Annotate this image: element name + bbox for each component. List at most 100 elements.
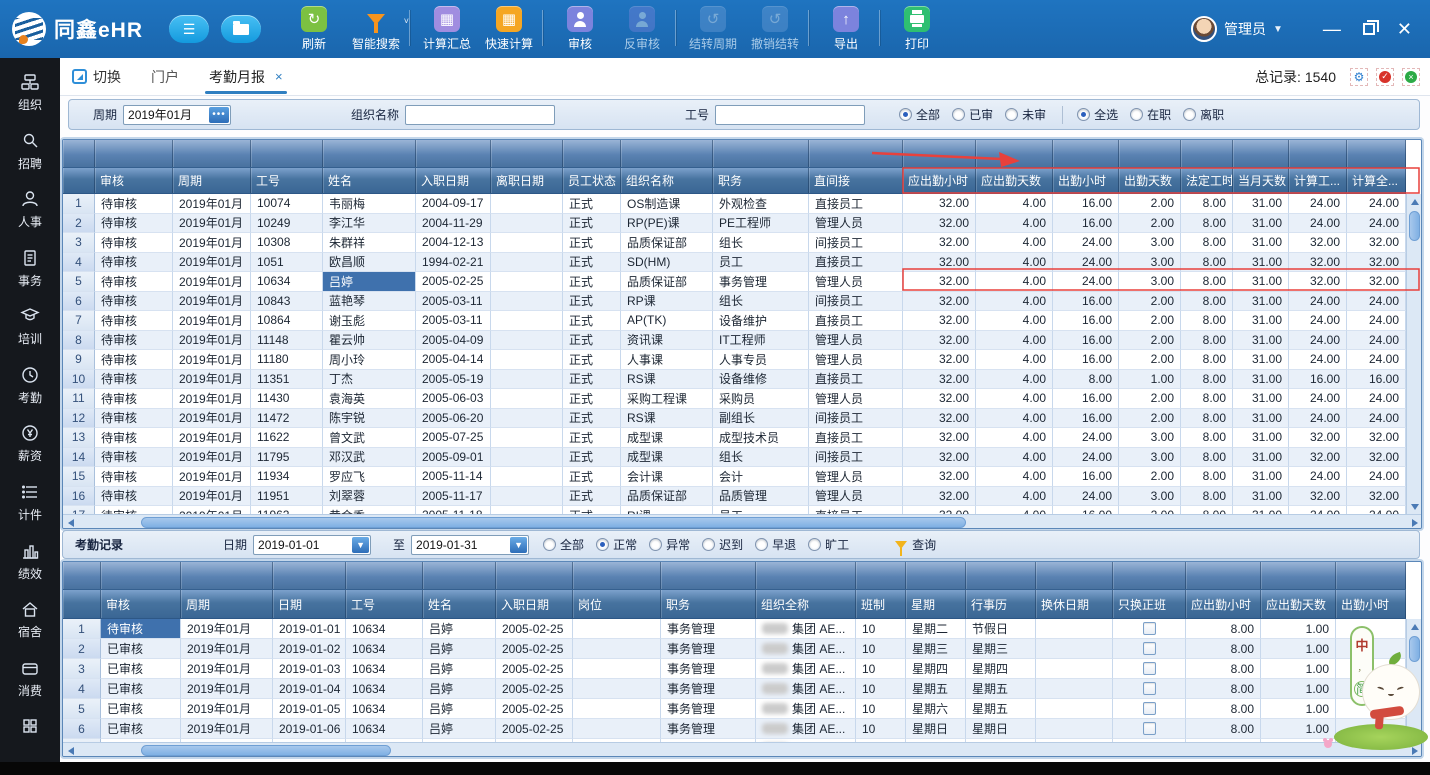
audit-radio-已审[interactable]: 已审 <box>952 106 993 123</box>
table-cell[interactable]: 10 <box>856 699 906 719</box>
table-cell[interactable]: 已审核 <box>101 699 181 719</box>
column-header[interactable]: 周期 <box>173 168 251 193</box>
table-cell[interactable]: 瞿云帅 <box>323 331 416 351</box>
table-cell[interactable]: 4.00 <box>976 272 1053 292</box>
table-cell[interactable]: 星期五 <box>906 679 966 699</box>
table-cell[interactable]: 24.00 <box>1347 214 1406 234</box>
table-cell[interactable]: 采购员 <box>713 389 809 409</box>
table-cell[interactable]: 24.00 <box>1289 506 1347 514</box>
table-cell[interactable]: 32.00 <box>903 428 976 448</box>
table-cell[interactable]: 成型课 <box>621 448 713 468</box>
table-cell[interactable]: 8.00 <box>1181 350 1233 370</box>
table-cell[interactable]: 10249 <box>251 214 323 234</box>
table-cell[interactable]: 16.00 <box>1289 370 1347 390</box>
table-cell[interactable]: 31.00 <box>1233 194 1289 214</box>
table-cell[interactable]: 2.00 <box>1119 467 1181 487</box>
table-cell[interactable]: 16.00 <box>1053 292 1119 312</box>
table-row[interactable]: 5待审核2019年01月10634吕婷2005-02-25正式品质保证部事务管理… <box>63 272 1406 292</box>
table-cell[interactable]: 32.00 <box>903 194 976 214</box>
table-cell[interactable]: 管理人员 <box>809 331 903 351</box>
table-cell[interactable]: 4.00 <box>976 292 1053 312</box>
table-cell[interactable]: 直接员工 <box>809 506 903 514</box>
table-cell[interactable]: 集团 AE... <box>756 659 856 679</box>
table-cell[interactable]: 31.00 <box>1233 311 1289 331</box>
column-header[interactable]: 只换正班 <box>1113 590 1186 618</box>
scroll-left-button[interactable] <box>63 515 78 529</box>
table-cell[interactable]: 32.00 <box>903 272 976 292</box>
table-cell[interactable]: 3.00 <box>1119 448 1181 468</box>
menu-list-button[interactable]: ☰ <box>169 15 209 43</box>
table-cell[interactable]: 吕婷 <box>323 272 416 292</box>
table-cell[interactable]: 星期二 <box>906 619 966 639</box>
table-cell[interactable]: 资讯课 <box>621 331 713 351</box>
table-cell[interactable]: 4.00 <box>976 253 1053 273</box>
table-cell[interactable]: 8.00 <box>1181 331 1233 351</box>
table-cell[interactable]: 2.00 <box>1119 389 1181 409</box>
table-cell[interactable]: 正式 <box>563 350 621 370</box>
table-cell[interactable]: 32.00 <box>1347 272 1406 292</box>
table-cell[interactable]: 32.00 <box>1289 448 1347 468</box>
table-cell[interactable]: 32.00 <box>1289 253 1347 273</box>
table-cell[interactable]: 2.00 <box>1119 350 1181 370</box>
table-cell[interactable]: 直接员工 <box>809 194 903 214</box>
table-cell[interactable]: 3.00 <box>1119 487 1181 507</box>
table-cell[interactable]: 设备维修 <box>713 370 809 390</box>
table-cell[interactable]: 吕婷 <box>423 659 496 679</box>
table-cell[interactable]: 4.00 <box>976 506 1053 514</box>
sidebar-item-salary[interactable]: 薪资 <box>0 423 60 482</box>
audit-radio-未审[interactable]: 未审 <box>1005 106 1046 123</box>
table-cell[interactable]: 16.00 <box>1053 194 1119 214</box>
table-cell[interactable]: 员工 <box>713 253 809 273</box>
table-cell[interactable]: 集团 AE... <box>756 699 856 719</box>
table-cell[interactable]: 管理人员 <box>809 389 903 409</box>
table-cell[interactable]: 员工 <box>713 506 809 514</box>
table-cell[interactable]: 成型技术员 <box>713 428 809 448</box>
table-cell[interactable]: 正式 <box>563 272 621 292</box>
table-cell[interactable]: 24.00 <box>1347 409 1406 429</box>
table-cell[interactable]: 10 <box>856 659 906 679</box>
table-cell[interactable]: 24.00 <box>1347 389 1406 409</box>
column-header[interactable]: 周期 <box>181 590 273 618</box>
table-cell[interactable]: 11430 <box>251 389 323 409</box>
column-header[interactable]: 出勤天数 <box>1119 168 1181 193</box>
column-header[interactable]: 应出勤天数 <box>976 168 1053 193</box>
date-from-select[interactable]: 2019-01-01 ▼ <box>253 535 371 555</box>
table-cell[interactable]: 2005-05-19 <box>416 370 491 390</box>
table-row[interactable]: 8待审核2019年01月11148瞿云帅2005-04-09正式资讯课IT工程师… <box>63 331 1406 351</box>
toolbar-button-print[interactable]: 打印 <box>886 6 948 52</box>
table-cell[interactable]: 3.00 <box>1119 233 1181 253</box>
table-cell[interactable]: 31.00 <box>1233 272 1289 292</box>
sidebar-item-attendance[interactable]: 考勤 <box>0 365 60 424</box>
table-cell[interactable]: 11180 <box>251 350 323 370</box>
toolbar-button-calc[interactable]: ▦快速计算 <box>478 6 540 52</box>
table-cell[interactable]: 罗应飞 <box>323 467 416 487</box>
table-cell[interactable] <box>1113 639 1186 659</box>
table-cell[interactable]: 24.00 <box>1053 233 1119 253</box>
table-row[interactable]: 17待审核2019年01月11962黄金秀2005-11-18正式RI课员工直接… <box>63 506 1406 514</box>
table-cell[interactable]: 事务管理 <box>661 659 756 679</box>
clear-status-button[interactable]: × <box>1402 68 1420 86</box>
table-cell[interactable]: 正式 <box>563 214 621 234</box>
column-header[interactable]: 组织全称 <box>756 590 856 618</box>
org-name-input[interactable] <box>405 105 555 125</box>
toolbar-button-export[interactable]: ↑导出 <box>815 6 877 52</box>
table-cell[interactable]: 星期日 <box>966 719 1036 739</box>
table-cell[interactable]: 成型课 <box>621 428 713 448</box>
table-cell[interactable]: 2.00 <box>1119 292 1181 312</box>
table-cell[interactable]: 24.00 <box>1347 350 1406 370</box>
table-cell[interactable]: 24.00 <box>1347 292 1406 312</box>
table-row[interactable]: 2待审核2019年01月10249李江华2004-11-29正式RP(PE)课P… <box>63 214 1406 234</box>
table-cell[interactable]: 2019-01-05 <box>273 699 346 719</box>
table-cell[interactable]: 32.00 <box>1347 233 1406 253</box>
column-header[interactable]: 工号 <box>346 590 423 618</box>
table-cell[interactable]: 11622 <box>251 428 323 448</box>
table-cell[interactable]: 24.00 <box>1289 331 1347 351</box>
sidebar-item-consume[interactable]: 消费 <box>0 658 60 717</box>
table-cell[interactable]: 24.00 <box>1053 272 1119 292</box>
table-cell[interactable]: 2005-03-11 <box>416 292 491 312</box>
table-cell[interactable]: 正式 <box>563 448 621 468</box>
scroll-left-button[interactable] <box>63 743 78 757</box>
table-cell[interactable]: 2019年01月 <box>181 679 273 699</box>
table-cell[interactable]: 间接员工 <box>809 233 903 253</box>
column-header[interactable]: 班制 <box>856 590 906 618</box>
